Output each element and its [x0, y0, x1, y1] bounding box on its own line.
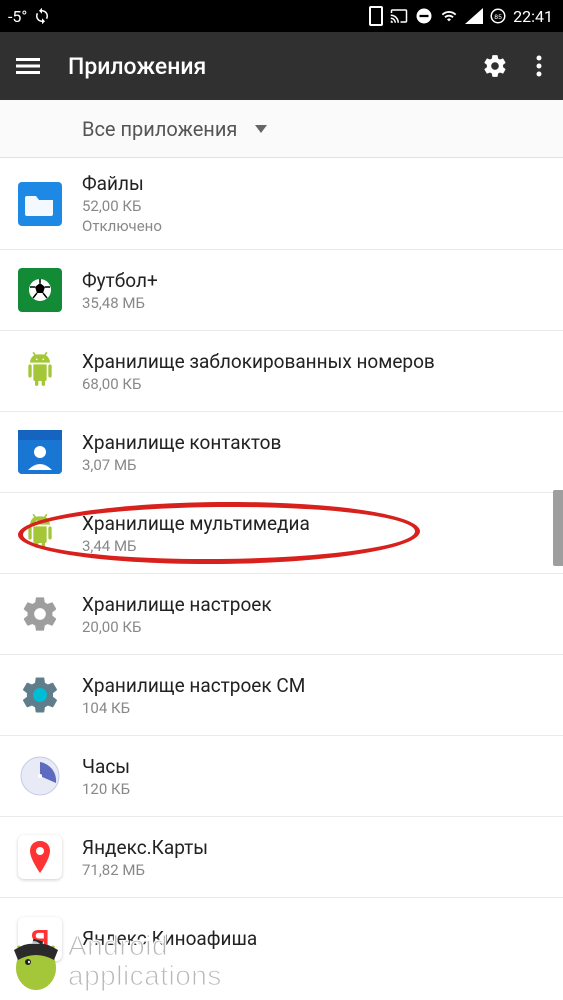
app-size: 3,44 МБ: [82, 537, 310, 555]
contacts-icon: [18, 430, 62, 474]
app-icon-football: [18, 268, 62, 312]
status-left: -5°: [8, 7, 51, 26]
list-item[interactable]: Хранилище контактов 3,07 МБ: [0, 412, 563, 493]
app-size: 120 КБ: [82, 780, 130, 798]
app-size: 68,00 КБ: [82, 375, 435, 393]
status-bar: -5° 85 22:41: [0, 0, 563, 32]
gear-large-icon: [20, 594, 60, 634]
app-icon-files: [18, 182, 62, 226]
svg-text:85: 85: [494, 13, 502, 21]
wifi-icon: [439, 8, 459, 24]
filter-dropdown[interactable]: Все приложения: [0, 100, 563, 158]
signal-icon: [465, 8, 483, 24]
clock-icon: [19, 755, 61, 797]
cast-icon: [389, 7, 409, 25]
android-icon: [20, 351, 60, 391]
sync-icon: [33, 7, 51, 25]
app-icon-yandex: [18, 835, 62, 879]
gear-icon: [482, 53, 508, 79]
watermark-text: Android applications: [68, 931, 222, 990]
football-icon: [26, 276, 54, 304]
clock-time: 22:41: [513, 7, 553, 26]
watermark-line2: applications: [68, 961, 222, 990]
scrollbar-handle[interactable]: [553, 490, 563, 566]
app-name: Яндекс.Карты: [82, 836, 208, 859]
dropdown-arrow-icon: [255, 125, 267, 133]
app-list: Файлы 52,00 КБ Отключено Футбол+ 35,48 М…: [0, 158, 563, 979]
app-icon-clock: [18, 754, 62, 798]
list-item[interactable]: Хранилище заблокированных номеров 68,00 …: [0, 331, 563, 412]
app-name: Футбол+: [82, 269, 158, 292]
kebab-icon: [536, 54, 542, 78]
page-title: Приложения: [68, 53, 479, 80]
menu-button[interactable]: [12, 50, 44, 82]
app-icon-contacts: [18, 430, 62, 474]
temperature: -5°: [8, 7, 27, 26]
list-item[interactable]: Хранилище настроек 20,00 КБ: [0, 574, 563, 655]
watermark-line1: Android: [68, 931, 222, 960]
list-item[interactable]: Хранилище настроек CM 104 КБ: [0, 655, 563, 736]
app-name: Файлы: [82, 172, 162, 195]
hamburger-icon: [16, 54, 40, 78]
app-size: 52,00 КБ: [82, 197, 162, 215]
app-size: 104 КБ: [82, 699, 305, 717]
app-name: Хранилище настроек: [82, 593, 272, 616]
list-item[interactable]: Яндекс.Карты 71,82 МБ: [0, 817, 563, 898]
status-right: 85 22:41: [369, 6, 553, 26]
app-name: Хранилище контактов: [82, 431, 281, 454]
app-size: 35,48 МБ: [82, 294, 158, 312]
app-icon-settings-cm: [18, 673, 62, 717]
folder-icon: [25, 192, 55, 216]
app-size: 71,82 МБ: [82, 861, 208, 879]
list-item[interactable]: Часы 120 КБ: [0, 736, 563, 817]
dnd-icon: [415, 7, 433, 25]
mascot-icon: [4, 932, 68, 996]
filter-label: Все приложения: [82, 117, 237, 141]
app-name: Хранилище мультимедиа: [82, 512, 310, 535]
app-name: Часы: [82, 755, 130, 778]
app-icon-settings: [18, 592, 62, 636]
app-name: Хранилище заблокированных номеров: [82, 350, 435, 373]
list-item[interactable]: Файлы 52,00 КБ Отключено: [0, 158, 563, 250]
app-size: 20,00 КБ: [82, 618, 272, 636]
list-item[interactable]: Хранилище мультимедиа 3,44 МБ: [0, 493, 563, 574]
battery-icon: 85: [489, 7, 507, 25]
app-icon-android: [18, 511, 62, 555]
settings-button[interactable]: [479, 50, 511, 82]
yandex-maps-icon: [25, 839, 55, 875]
app-status: Отключено: [82, 217, 162, 235]
android-icon: [20, 513, 60, 553]
app-icon-android: [18, 349, 62, 393]
overflow-button[interactable]: [527, 50, 551, 82]
app-bar: Приложения: [0, 32, 563, 100]
gear-cm-icon: [19, 674, 61, 716]
list-item[interactable]: Футбол+ 35,48 МБ: [0, 250, 563, 331]
portrait-icon: [369, 6, 383, 26]
app-size: 3,07 МБ: [82, 456, 281, 474]
app-name: Хранилище настроек CM: [82, 674, 305, 697]
